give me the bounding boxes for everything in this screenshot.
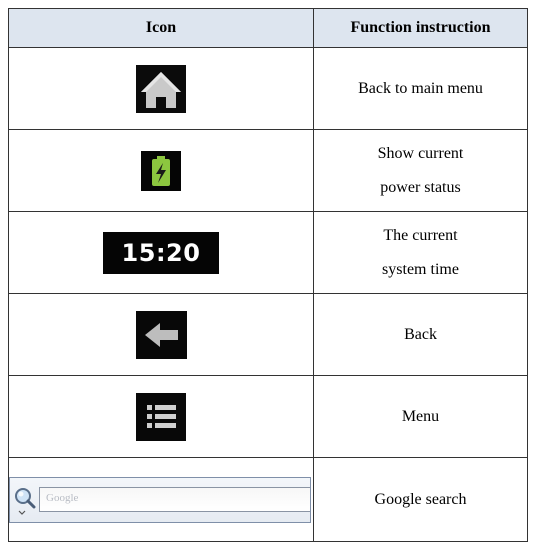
table-row: Back xyxy=(8,293,528,376)
icon-cell xyxy=(8,375,314,458)
function-cell: Menu xyxy=(313,375,528,458)
function-text-line-2: power status xyxy=(380,178,461,196)
header-icon: Icon xyxy=(8,8,314,48)
google-search-bar: Google xyxy=(9,476,311,523)
icon-cell xyxy=(8,47,314,130)
function-cell: Google search xyxy=(313,457,528,542)
function-cell: Back to main menu xyxy=(313,47,528,130)
function-cell: Back xyxy=(313,293,528,376)
function-text-line-1: The current xyxy=(383,226,458,244)
function-text-line-1: Show current xyxy=(377,144,464,162)
function-text: Back to main menu xyxy=(358,79,483,97)
table-row: Show current power status xyxy=(8,129,528,212)
function-cell: Show current power status xyxy=(313,129,528,212)
function-cell: The current system time xyxy=(313,211,528,294)
icon-cell: Google xyxy=(8,457,314,542)
function-text: Google search xyxy=(374,490,467,508)
function-text: Menu xyxy=(401,407,440,425)
icon-cell: 15:20 xyxy=(8,211,314,294)
menu-icon xyxy=(136,392,186,441)
search-placeholder: Google xyxy=(46,491,79,504)
back-arrow-icon xyxy=(135,310,187,359)
table-row: Menu xyxy=(8,375,528,458)
google-search-input: Google xyxy=(39,486,310,512)
table-row: Back to main menu xyxy=(8,47,528,130)
function-text-line-2: system time xyxy=(382,260,459,278)
clock-icon: 15:20 xyxy=(103,231,219,274)
battery-icon xyxy=(141,150,181,191)
function-text: Back xyxy=(404,325,437,343)
home-icon xyxy=(136,64,186,113)
header-function-instruction: Function instruction xyxy=(313,8,528,48)
magnifier-icon xyxy=(13,485,37,520)
table-row: 15:20 The current system time xyxy=(8,211,528,294)
icon-cell xyxy=(8,129,314,212)
icon-function-table: Icon Function instruction Back to main m… xyxy=(8,8,528,542)
table-header-row: Icon Function instruction xyxy=(8,8,528,48)
table-row: Google Google search xyxy=(8,457,528,542)
icon-cell xyxy=(8,293,314,376)
